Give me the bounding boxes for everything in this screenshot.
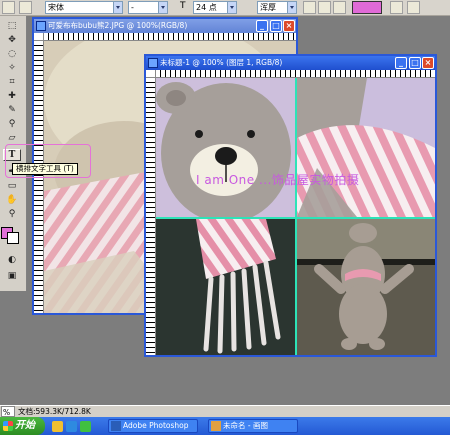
status-bar: % 文档:593.3K/712.8K [0,405,450,417]
type-tool-tooltip: 横排文字工具 (T) [12,163,78,175]
align-center-icon[interactable] [318,1,331,14]
font-family-select[interactable]: 宋体 [45,1,123,14]
close-button[interactable]: × [422,57,434,69]
task-label: Adobe Photoshop [123,421,189,430]
font-family-value: 宋体 [48,3,64,12]
font-style-value: - [131,3,134,12]
crop-tool-icon[interactable]: ⌗ [3,76,21,88]
photoshop-doc-icon [148,58,158,68]
warp-text-icon[interactable] [390,1,403,14]
zoom-field[interactable]: % [1,406,15,417]
canvas[interactable]: I am One ...饰品屋实物拍摄 [156,78,435,355]
quicklaunch-ie-icon[interactable] [66,421,77,432]
options-bar: 宋体 - T 24 点 浑厚 [0,0,450,16]
task-label: 未命名 - 画图 [223,421,268,430]
lasso-tool-icon[interactable]: ◌ [3,48,21,60]
horizontal-ruler [44,33,296,41]
vertical-ruler [146,78,156,355]
quick-mask-icon[interactable]: ◐ [3,254,21,266]
align-left-icon[interactable] [303,1,316,14]
maximize-button[interactable]: □ [270,20,282,32]
text-size-icon: T [180,1,193,14]
marquee-tool-icon[interactable]: ⬚ [3,20,21,32]
ruler-corner [34,33,44,41]
text-orientation-icon[interactable] [19,1,32,14]
zoom-tool-icon[interactable]: ⚲ [3,208,21,220]
window-title: 未标题-1 @ 100% (图层 1, RGB/8) [160,58,283,67]
taskbar-item-photoshop[interactable]: Adobe Photoshop [108,419,198,433]
tool-preset-icon[interactable] [2,1,15,14]
windows-taskbar: 开始 Adobe Photoshop 未命名 - 画图 [0,417,450,435]
photo-bear-face [156,78,295,217]
text-color-swatch[interactable] [352,1,382,14]
chevron-down-icon [113,2,122,13]
maximize-button[interactable]: □ [409,57,421,69]
font-size-select[interactable]: 24 点 [193,1,237,14]
magic-wand-icon[interactable]: ✧ [3,62,21,74]
quicklaunch-folder-icon[interactable] [52,421,63,432]
guide-horizontal [156,217,435,219]
window-titlebar[interactable]: 未标题-1 @ 100% (图层 1, RGB/8) _ □ × [146,56,435,70]
healing-brush-icon[interactable]: ✚ [3,90,21,102]
eraser-tool-icon[interactable]: ▱ [3,132,21,144]
ruler-corner [146,70,156,78]
clone-stamp-icon[interactable]: ⚲ [3,118,21,130]
document-window-front[interactable]: 未标题-1 @ 100% (图层 1, RGB/8) _ □ × I am On… [144,54,437,357]
chevron-down-icon [158,2,167,13]
window-title: 可爱布布bubu熊2.JPG @ 100%(RGB/8) [48,21,188,30]
background-color-swatch[interactable] [7,232,19,244]
brush-tool-icon[interactable]: ✎ [3,104,21,116]
antialias-select[interactable]: 浑厚 [257,1,297,14]
shape-tool-icon[interactable]: ▭ [3,180,21,192]
photo-bear-scarf [297,78,435,217]
paint-icon [211,421,221,431]
start-label: 开始 [15,420,35,431]
antialias-value: 浑厚 [260,3,276,12]
horizontal-ruler [156,70,435,78]
quicklaunch-app-icon[interactable] [80,421,91,432]
document-info: 文档:593.3K/712.8K [18,407,91,416]
close-button[interactable]: × [283,20,295,32]
watermark-text[interactable]: I am One ...饰品屋实物拍摄 [196,171,359,188]
hand-tool-icon[interactable]: ✋ [3,194,21,206]
window-titlebar[interactable]: 可爱布布bubu熊2.JPG @ 100%(RGB/8) _ □ × [34,19,296,33]
chevron-down-icon [227,2,236,13]
move-tool-icon[interactable]: ✥ [3,34,21,46]
palettes-icon[interactable] [407,1,420,14]
font-style-select[interactable]: - [128,1,168,14]
chevron-down-icon [287,2,296,13]
photo-scarf-fringe [156,219,295,355]
photoshop-doc-icon [36,21,46,31]
minimize-button[interactable]: _ [256,20,268,32]
screen-mode-icon[interactable]: ▣ [3,270,21,282]
antialias-icon [242,1,255,14]
taskbar-item-paint[interactable]: 未命名 - 画图 [208,419,298,433]
photo-bear-back [297,219,435,355]
minimize-button[interactable]: _ [395,57,407,69]
photoshop-icon [111,421,121,431]
font-size-value: 24 点 [196,3,217,12]
start-button[interactable]: 开始 [0,417,45,435]
align-right-icon[interactable] [333,1,346,14]
